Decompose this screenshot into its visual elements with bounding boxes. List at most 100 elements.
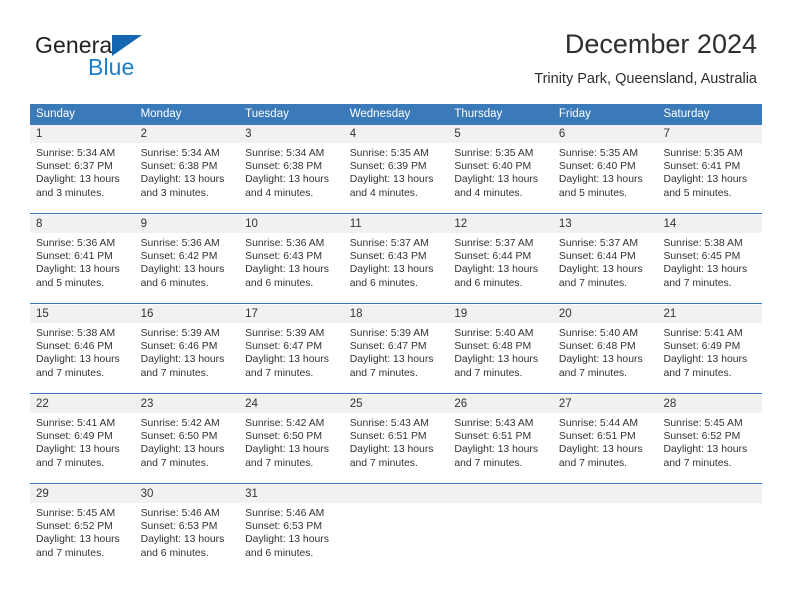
daylight-text-line1: Daylight: 13 hours <box>140 264 225 276</box>
day-cell[interactable]: 17 Sunrise: 5:39 AM Sunset: 6:47 PM Dayl… <box>239 305 344 393</box>
sunset-text: Sunset: 6:53 PM <box>245 521 322 533</box>
day-number: 13 <box>552 215 658 233</box>
sunset-text: Sunset: 6:38 PM <box>245 161 322 173</box>
day-cell[interactable]: 22 Sunrise: 5:41 AM Sunset: 6:49 PM Dayl… <box>30 395 135 483</box>
sunrise-text: Sunrise: 5:46 AM <box>140 508 220 519</box>
day-number: 2 <box>134 125 240 143</box>
general-blue-logo[interactable]: General Blue <box>35 32 215 88</box>
day-cell[interactable]: 30 Sunrise: 5:46 AM Sunset: 6:53 PM Dayl… <box>134 485 240 573</box>
day-cell-empty <box>448 485 553 573</box>
day-cell[interactable]: 31 Sunrise: 5:46 AM Sunset: 6:53 PM Dayl… <box>239 485 344 573</box>
daylight-text-line1: Daylight: 13 hours <box>663 354 748 366</box>
day-details <box>448 503 553 507</box>
day-number <box>343 485 449 503</box>
sunset-text: Sunset: 6:48 PM <box>558 341 636 353</box>
daylight-text-line2: and 6 minutes. <box>245 277 314 289</box>
day-cell[interactable]: 29 Sunrise: 5:45 AM Sunset: 6:52 PM Dayl… <box>30 485 135 573</box>
day-cell[interactable]: 10 Sunrise: 5:36 AM Sunset: 6:43 PM Dayl… <box>239 215 344 303</box>
day-number: 4 <box>343 125 449 143</box>
daylight-text-line1: Daylight: 13 hours <box>454 354 539 366</box>
day-number: 19 <box>448 305 553 323</box>
page-header: General Blue December 2024 Trinity Park,… <box>0 0 792 100</box>
daylight-text-line1: Daylight: 13 hours <box>245 264 329 276</box>
day-details <box>344 503 449 507</box>
day-cell[interactable]: 15 Sunrise: 5:38 AM Sunset: 6:46 PM Dayl… <box>30 305 135 393</box>
sunrise-text: Sunrise: 5:39 AM <box>140 328 220 339</box>
calendar-grid: Sunday Monday Tuesday Wednesday Thursday… <box>30 104 763 573</box>
day-details: Sunrise: 5:44 AM Sunset: 6:51 PM Dayligh… <box>553 413 658 470</box>
sunrise-text: Sunrise: 5:44 AM <box>558 418 639 429</box>
sunrise-text: Sunrise: 5:38 AM <box>663 238 743 249</box>
day-cell[interactable]: 4 Sunrise: 5:35 AM Sunset: 6:39 PM Dayli… <box>343 125 449 213</box>
weekday-header-sunday: Sunday <box>36 108 76 120</box>
day-cell[interactable]: 28 Sunrise: 5:45 AM Sunset: 6:52 PM Dayl… <box>657 395 763 483</box>
sunrise-text: Sunrise: 5:38 AM <box>36 328 116 339</box>
day-cell[interactable]: 2 Sunrise: 5:34 AM Sunset: 6:38 PM Dayli… <box>134 125 240 213</box>
daylight-text-line1: Daylight: 13 hours <box>140 354 225 366</box>
sunset-text: Sunset: 6:43 PM <box>245 251 322 263</box>
daylight-text-line1: Daylight: 13 hours <box>140 174 225 186</box>
day-cell[interactable]: 19 Sunrise: 5:40 AM Sunset: 6:48 PM Dayl… <box>448 305 553 393</box>
sunset-text: Sunset: 6:41 PM <box>663 161 741 173</box>
sunrise-text: Sunrise: 5:40 AM <box>454 328 534 339</box>
sunrise-text: Sunrise: 5:36 AM <box>245 238 325 249</box>
daylight-text-line1: Daylight: 13 hours <box>245 354 329 366</box>
day-cell[interactable]: 9 Sunrise: 5:36 AM Sunset: 6:42 PM Dayli… <box>134 215 240 303</box>
daylight-text-line2: and 3 minutes. <box>36 187 105 199</box>
daylight-text-line2: and 4 minutes. <box>349 187 418 199</box>
sunset-text: Sunset: 6:45 PM <box>663 251 741 263</box>
sunrise-text: Sunrise: 5:45 AM <box>36 508 116 519</box>
daylight-text-line1: Daylight: 13 hours <box>245 534 329 546</box>
day-cell[interactable]: 14 Sunrise: 5:38 AM Sunset: 6:45 PM Dayl… <box>657 215 763 303</box>
sunset-text: Sunset: 6:40 PM <box>558 161 636 173</box>
day-cell[interactable]: 12 Sunrise: 5:37 AM Sunset: 6:44 PM Dayl… <box>448 215 553 303</box>
day-cell[interactable]: 5 Sunrise: 5:35 AM Sunset: 6:40 PM Dayli… <box>448 125 553 213</box>
sunset-text: Sunset: 6:43 PM <box>349 251 427 263</box>
day-number <box>448 485 553 503</box>
sunrise-text: Sunrise: 5:41 AM <box>36 418 116 429</box>
daylight-text-line2: and 5 minutes. <box>663 187 732 199</box>
day-number: 18 <box>343 305 449 323</box>
day-cell[interactable]: 7 Sunrise: 5:35 AM Sunset: 6:41 PM Dayli… <box>657 125 763 213</box>
day-cell[interactable]: 1 Sunrise: 5:34 AM Sunset: 6:37 PM Dayli… <box>30 125 135 213</box>
day-number: 10 <box>239 215 344 233</box>
day-cell[interactable]: 20 Sunrise: 5:40 AM Sunset: 6:48 PM Dayl… <box>552 305 658 393</box>
sunrise-text: Sunrise: 5:46 AM <box>245 508 325 519</box>
day-cell[interactable]: 6 Sunrise: 5:35 AM Sunset: 6:40 PM Dayli… <box>552 125 658 213</box>
day-cell[interactable]: 23 Sunrise: 5:42 AM Sunset: 6:50 PM Dayl… <box>134 395 240 483</box>
day-number: 1 <box>30 125 135 143</box>
daylight-text-line2: and 7 minutes. <box>245 457 314 469</box>
sunrise-text: Sunrise: 5:36 AM <box>36 238 116 249</box>
sunset-text: Sunset: 6:47 PM <box>349 341 427 353</box>
sunrise-text: Sunrise: 5:39 AM <box>349 328 429 339</box>
daylight-text-line1: Daylight: 13 hours <box>454 174 539 186</box>
daylight-text-line1: Daylight: 13 hours <box>36 264 120 276</box>
daylight-text-line1: Daylight: 13 hours <box>36 444 120 456</box>
day-cell[interactable]: 27 Sunrise: 5:44 AM Sunset: 6:51 PM Dayl… <box>552 395 658 483</box>
calendar-page: General Blue December 2024 Trinity Park,… <box>0 0 792 612</box>
day-cell[interactable]: 3 Sunrise: 5:34 AM Sunset: 6:38 PM Dayli… <box>239 125 344 213</box>
day-cell[interactable]: 21 Sunrise: 5:41 AM Sunset: 6:49 PM Dayl… <box>657 305 763 393</box>
day-cell[interactable]: 18 Sunrise: 5:39 AM Sunset: 6:47 PM Dayl… <box>343 305 449 393</box>
day-number: 24 <box>239 395 344 413</box>
day-cell[interactable]: 13 Sunrise: 5:37 AM Sunset: 6:44 PM Dayl… <box>552 215 658 303</box>
sunset-text: Sunset: 6:50 PM <box>140 431 218 443</box>
day-cell[interactable]: 24 Sunrise: 5:42 AM Sunset: 6:50 PM Dayl… <box>239 395 344 483</box>
day-number: 30 <box>134 485 240 503</box>
day-cell[interactable]: 16 Sunrise: 5:39 AM Sunset: 6:46 PM Dayl… <box>134 305 240 393</box>
day-cell[interactable]: 11 Sunrise: 5:37 AM Sunset: 6:43 PM Dayl… <box>343 215 449 303</box>
sunset-text: Sunset: 6:50 PM <box>245 431 322 443</box>
daylight-text-line2: and 7 minutes. <box>140 367 209 379</box>
sunset-text: Sunset: 6:51 PM <box>349 431 427 443</box>
day-number <box>552 485 658 503</box>
sunset-text: Sunset: 6:39 PM <box>349 161 427 173</box>
sunrise-text: Sunrise: 5:34 AM <box>140 148 220 159</box>
daylight-text-line1: Daylight: 13 hours <box>558 444 643 456</box>
day-cell[interactable]: 8 Sunrise: 5:36 AM Sunset: 6:41 PM Dayli… <box>30 215 135 303</box>
day-cell[interactable]: 26 Sunrise: 5:43 AM Sunset: 6:51 PM Dayl… <box>448 395 553 483</box>
week-row: 15 Sunrise: 5:38 AM Sunset: 6:46 PM Dayl… <box>30 304 763 393</box>
day-number: 9 <box>134 215 240 233</box>
day-cell[interactable]: 25 Sunrise: 5:43 AM Sunset: 6:51 PM Dayl… <box>343 395 449 483</box>
weekday-header-tuesday: Tuesday <box>245 108 289 120</box>
day-details <box>657 503 762 507</box>
